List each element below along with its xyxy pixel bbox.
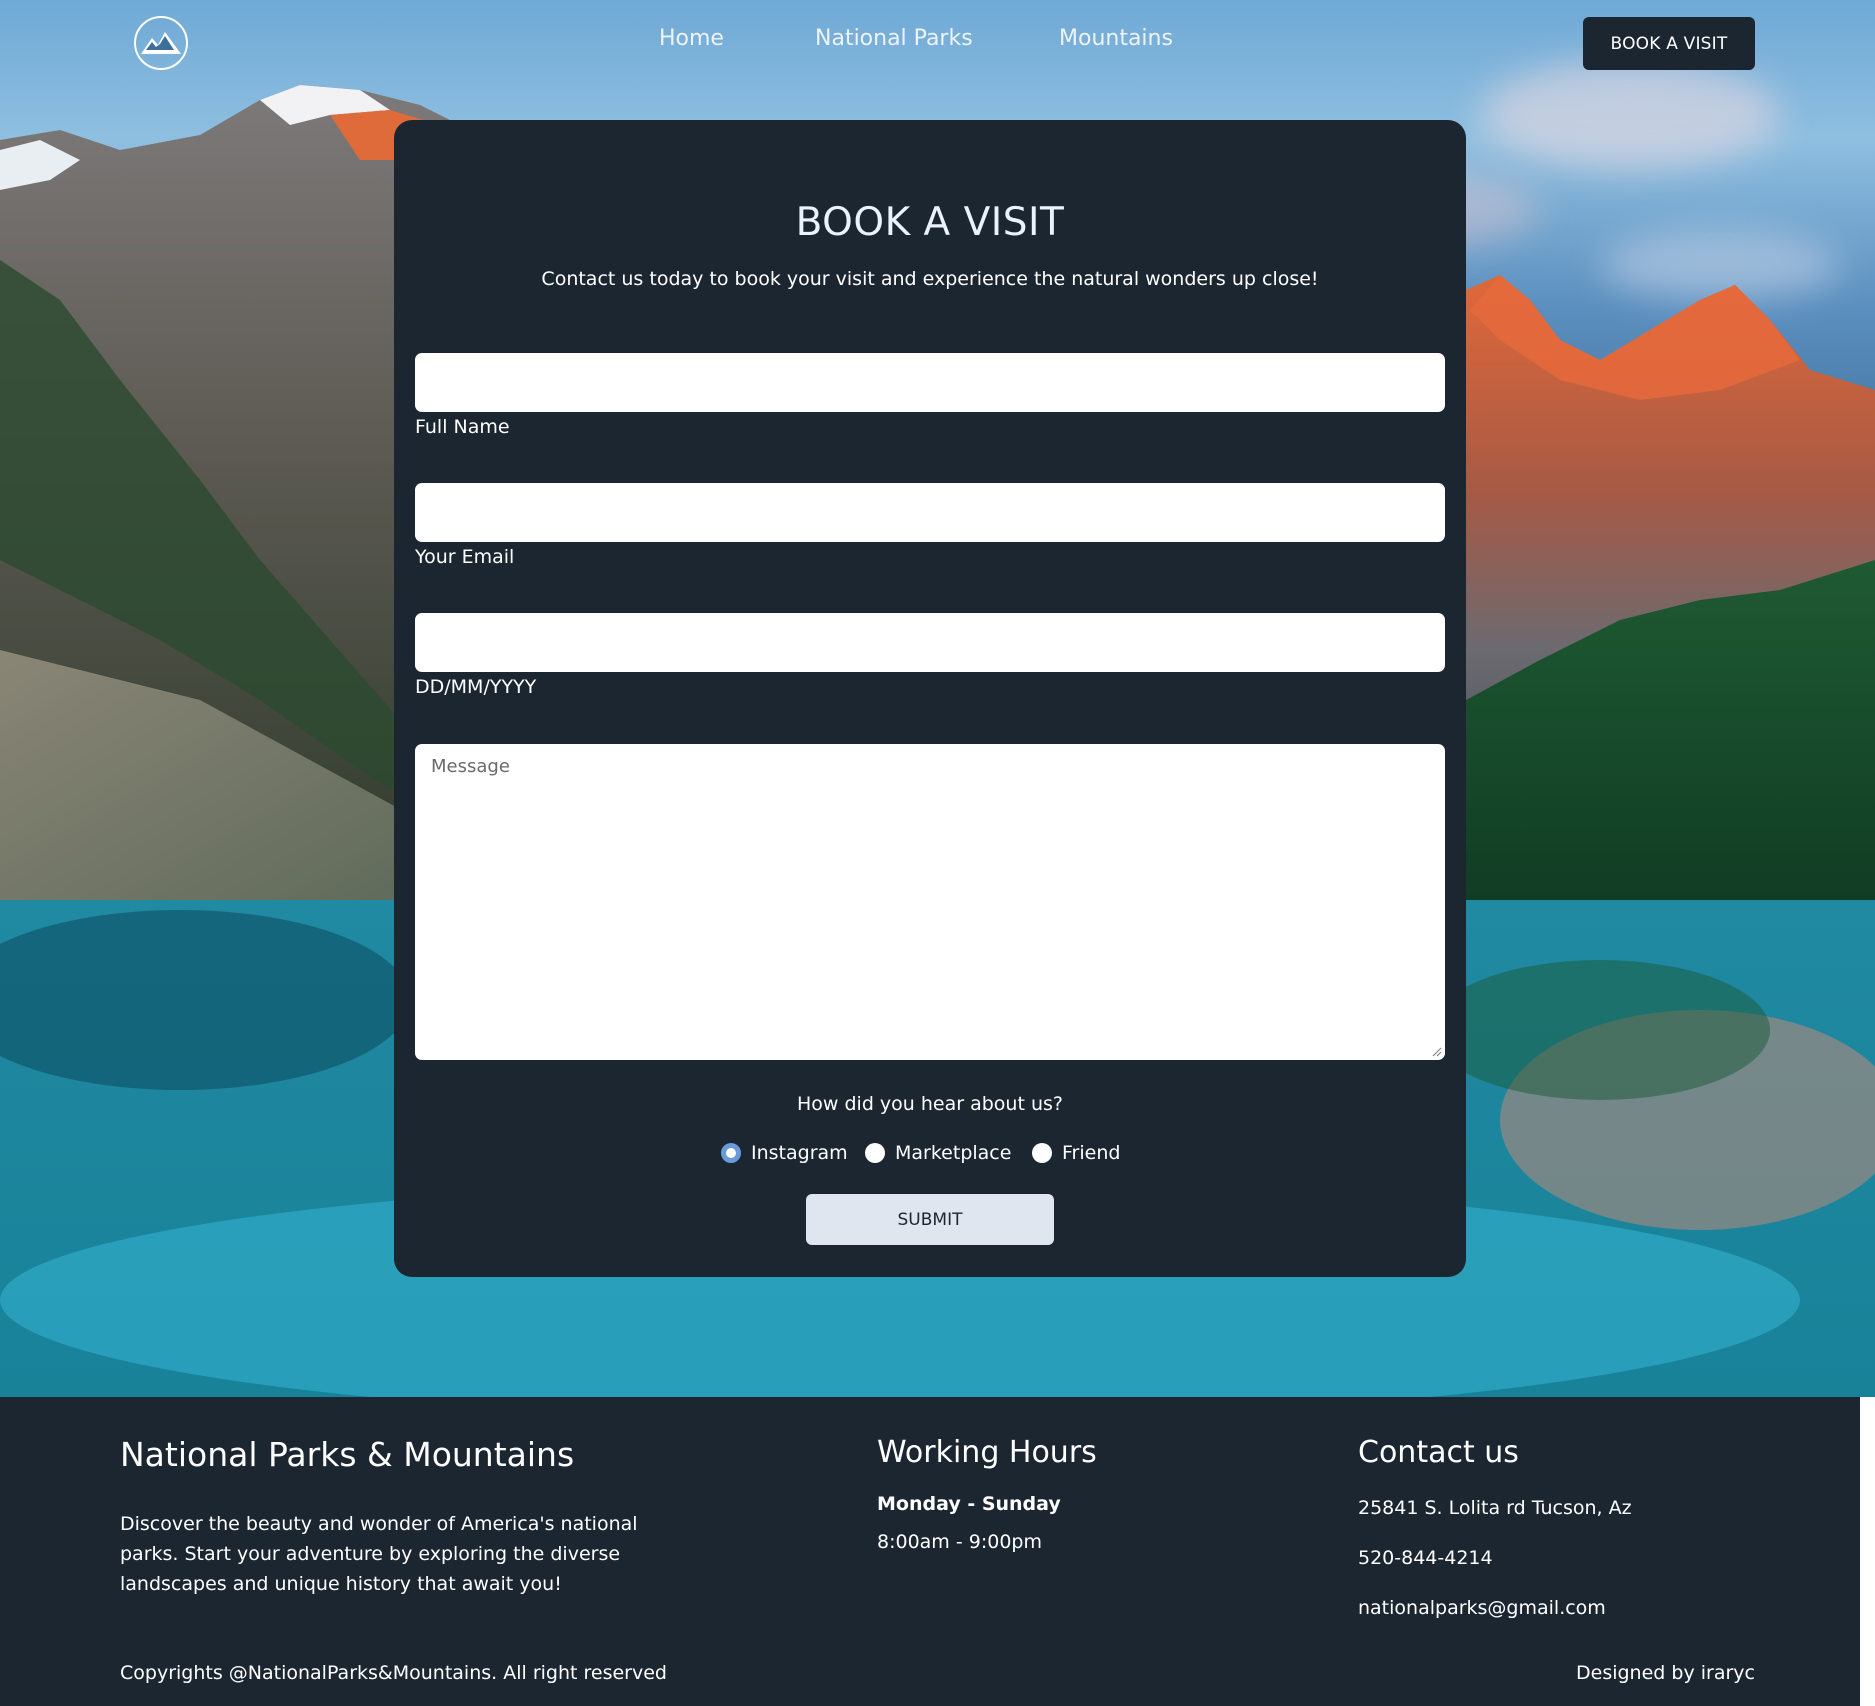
footer-about-text: Discover the beauty and wonder of Americ… (120, 1513, 638, 1595)
book-visit-button[interactable]: BOOK A VISIT (1583, 17, 1755, 70)
date-input[interactable] (415, 613, 1445, 672)
full-name-input[interactable] (415, 353, 1445, 412)
nav-national-parks[interactable]: National Parks (815, 26, 973, 51)
radio-unselected-icon[interactable] (865, 1143, 885, 1163)
referral-question: How did you hear about us? (797, 1093, 1063, 1115)
full-name-label: Full Name (415, 416, 510, 438)
footer-about-title: National Parks & Mountains (120, 1435, 575, 1474)
form-title: BOOK A VISIT (795, 200, 1065, 245)
footer-contact-title: Contact us (1358, 1435, 1519, 1470)
radio-marketplace[interactable]: Marketplace (865, 1142, 1011, 1164)
footer-copyright: Copyrights @NationalParks&Mountains. All… (120, 1662, 667, 1684)
radio-friend[interactable]: Friend (1032, 1142, 1120, 1164)
radio-label-instagram: Instagram (751, 1142, 848, 1164)
footer-hours-time: 8:00am - 9:00pm (877, 1531, 1042, 1553)
radio-unselected-icon[interactable] (1032, 1143, 1052, 1163)
page-edge (1860, 1397, 1875, 1706)
footer-phone[interactable]: 520-844-4214 (1358, 1543, 1493, 1573)
footer-address: 25841 S. Lolita rd Tucson, Az (1358, 1497, 1632, 1519)
nav-home[interactable]: Home (659, 26, 724, 51)
site-footer: National Parks & Mountains Discover the … (0, 1397, 1860, 1706)
radio-label-marketplace: Marketplace (895, 1142, 1012, 1164)
message-placeholder: Message (431, 756, 510, 777)
email-input[interactable] (415, 483, 1445, 542)
footer-hours-title: Working Hours (877, 1435, 1097, 1470)
booking-form-card: BOOK A VISIT Contact us today to book yo… (394, 120, 1466, 1277)
email-label: Your Email (415, 546, 515, 568)
form-subtitle: Contact us today to book your visit and … (541, 268, 1319, 290)
footer-credit: Designed by iraryc (1576, 1662, 1755, 1684)
resize-handle-icon[interactable] (1432, 1047, 1442, 1057)
referral-options: Instagram Marketplace Friend (394, 1142, 1466, 1172)
date-label: DD/MM/YYYY (415, 676, 537, 698)
message-textarea[interactable]: Message (415, 744, 1445, 1060)
radio-label-friend: Friend (1062, 1142, 1121, 1164)
nav-mountains[interactable]: Mountains (1059, 26, 1173, 51)
footer-email[interactable]: nationalparks@gmail.com (1358, 1593, 1606, 1623)
radio-instagram[interactable]: Instagram (721, 1142, 848, 1164)
submit-button[interactable]: SUBMIT (806, 1194, 1054, 1245)
radio-selected-icon[interactable] (721, 1143, 741, 1163)
footer-hours-days: Monday - Sunday (877, 1493, 1061, 1515)
